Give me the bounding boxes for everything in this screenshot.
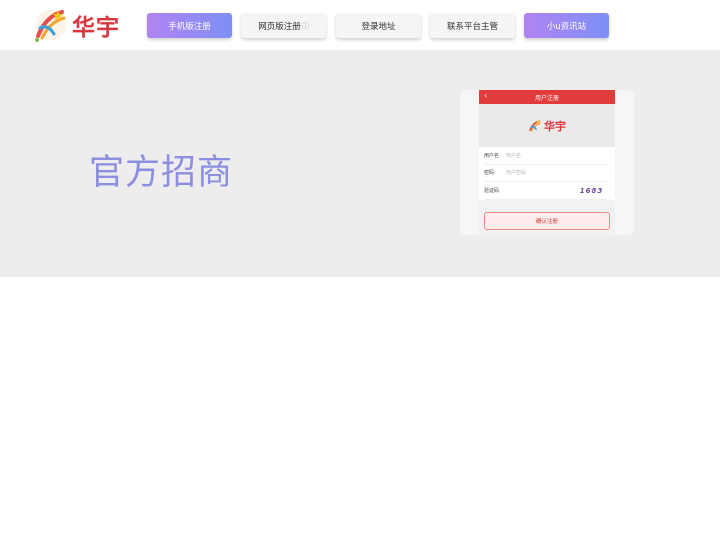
password-input[interactable]: 用户密码 xyxy=(506,169,526,176)
top-header: 华宇 手机版注册 网页版注册 ⓘ 登录地址 联系平台主管 小u资讯站 xyxy=(0,0,720,50)
phone-header: ‹ 用户注册 xyxy=(479,90,615,104)
confirm-register-label: 确认注册 xyxy=(535,218,558,225)
brand-name: 华宇 xyxy=(72,14,120,41)
captcha-row[interactable]: 验证码 1683 xyxy=(484,182,610,200)
hero-banner: 官方招商 ‹ 用户注册 华宇 用户名 用户名 密码 用户密码 验证码 1683 … xyxy=(0,50,720,277)
news-station-button[interactable]: 小u资讯站 xyxy=(524,13,609,38)
info-circle-icon: ⓘ xyxy=(301,21,309,30)
captcha-image[interactable]: 1683 xyxy=(576,185,607,196)
phone-screen: ‹ 用户注册 华宇 用户名 用户名 密码 用户密码 验证码 1683 确认注册 xyxy=(479,90,615,235)
mobile-register-label: 手机版注册 xyxy=(168,21,211,32)
username-input[interactable]: 用户名 xyxy=(506,152,521,159)
login-address-label: 登录地址 xyxy=(361,21,396,32)
hero-title: 官方招商 xyxy=(89,153,234,193)
mobile-register-button[interactable]: 手机版注册 xyxy=(147,13,232,38)
web-register-label: 网页版注册 xyxy=(258,21,301,32)
contact-manager-label: 联系平台主管 xyxy=(446,21,498,32)
captcha-label: 验证码 xyxy=(484,187,500,194)
brand-logo[interactable]: 华宇 xyxy=(32,6,127,44)
phone-header-title: 用户注册 xyxy=(534,94,559,102)
phone-preview-card: ‹ 用户注册 华宇 用户名 用户名 密码 用户密码 验证码 1683 确认注册 xyxy=(460,90,634,235)
contact-manager-button[interactable]: 联系平台主管 xyxy=(430,13,515,38)
login-address-button[interactable]: 登录地址 xyxy=(336,13,421,38)
password-row[interactable]: 密码 用户密码 xyxy=(484,165,610,182)
phone-register-form: 用户名 用户名 密码 用户密码 验证码 1683 xyxy=(479,147,615,200)
phone-logo-text: 华宇 xyxy=(544,119,566,133)
rocket-star-logo-icon xyxy=(32,6,70,44)
username-label: 用户名 xyxy=(484,152,500,159)
confirm-register-button[interactable]: 确认注册 xyxy=(484,211,610,230)
username-row[interactable]: 用户名 用户名 xyxy=(484,147,610,165)
chevron-left-icon[interactable]: ‹ xyxy=(484,91,487,100)
phone-logo-area: 华宇 xyxy=(479,104,615,147)
rocket-star-logo-icon xyxy=(529,119,541,132)
news-station-label: 小u资讯站 xyxy=(546,21,587,32)
web-register-button[interactable]: 网页版注册 ⓘ xyxy=(241,13,326,38)
password-label: 密码 xyxy=(484,170,495,177)
